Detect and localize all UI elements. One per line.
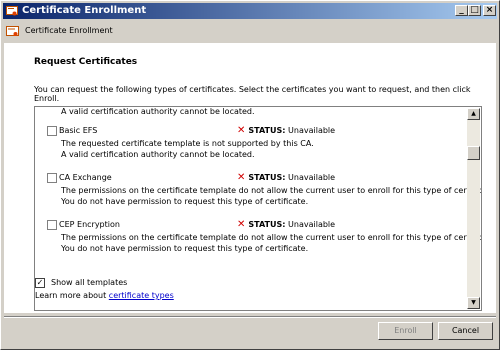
- ca-exchange-checkbox[interactable]: [47, 173, 57, 183]
- ca-exchange-name: CA Exchange: [59, 173, 112, 182]
- ca-exchange-desc-1: The permissions on the certificate templ…: [61, 186, 482, 195]
- certificate-types-link[interactable]: certificate types: [109, 291, 174, 300]
- cancel-button[interactable]: Cancel: [438, 322, 493, 340]
- cep-encryption-desc-2: You do not have permission to request th…: [61, 244, 309, 253]
- show-all-label[interactable]: Show all templates: [51, 278, 127, 287]
- wizard-header-label: Certificate Enrollment: [25, 26, 113, 35]
- scroll-down-button[interactable]: ▼: [467, 297, 480, 309]
- basic-efs-desc-1: The requested certificate template is no…: [61, 139, 314, 148]
- learn-more-text: Learn more about certificate types: [35, 291, 174, 300]
- status-label: STATUS:: [248, 220, 286, 229]
- footer-separator: [4, 316, 496, 318]
- close-button[interactable]: ×: [483, 5, 496, 16]
- red-x-icon: ✕: [237, 219, 246, 230]
- certificate-wizard-icon: [6, 26, 19, 36]
- maximize-button[interactable]: □: [468, 5, 481, 16]
- cep-encryption-checkbox[interactable]: [47, 220, 57, 230]
- certificate-enrollment-window: Certificate Enrollment _ □ × Certificate…: [0, 0, 500, 350]
- status-label: STATUS:: [248, 126, 286, 135]
- cep-encryption-status: ✕ STATUS: Unavailable: [237, 219, 335, 230]
- red-x-icon: ✕: [237, 172, 246, 183]
- page-description: You can request the following types of c…: [34, 85, 471, 103]
- list-scrollbar[interactable]: ▲ ▼: [467, 108, 480, 309]
- status-value: Unavailable: [288, 126, 336, 135]
- certificate-icon: [6, 6, 18, 16]
- cep-encryption-name: CEP Encryption: [59, 220, 120, 229]
- title-bar[interactable]: Certificate Enrollment _ □ ×: [3, 3, 497, 19]
- red-x-icon: ✕: [237, 125, 246, 136]
- scroll-thumb[interactable]: [467, 146, 480, 160]
- cep-encryption-desc-1: The permissions on the certificate templ…: [61, 233, 482, 242]
- status-value: Unavailable: [288, 220, 336, 229]
- page-title: Request Certificates: [34, 57, 138, 67]
- basic-efs-status: ✕ STATUS: Unavailable: [237, 125, 335, 136]
- wizard-header: Certificate Enrollment: [4, 21, 496, 43]
- basic-efs-desc-2: A valid certification authority cannot b…: [61, 150, 255, 159]
- status-value: Unavailable: [288, 173, 336, 182]
- learn-more-prefix: Learn more about: [35, 291, 107, 300]
- ca-exchange-desc-2: You do not have permission to request th…: [61, 197, 309, 206]
- enroll-button[interactable]: Enroll: [378, 322, 433, 340]
- ca-exchange-status: ✕ STATUS: Unavailable: [237, 172, 335, 183]
- scroll-up-button[interactable]: ▲: [467, 108, 480, 120]
- status-label: STATUS:: [248, 173, 286, 182]
- basic-efs-name: Basic EFS: [59, 126, 98, 135]
- minimize-button[interactable]: _: [455, 5, 468, 16]
- content-panel: Request Certificates You can request the…: [4, 43, 496, 313]
- list-item-partial-text: A valid certification authority cannot b…: [61, 107, 255, 116]
- basic-efs-checkbox[interactable]: [47, 126, 57, 136]
- show-all-checkbox[interactable]: ✓: [35, 278, 45, 288]
- window-title: Certificate Enrollment: [22, 5, 147, 16]
